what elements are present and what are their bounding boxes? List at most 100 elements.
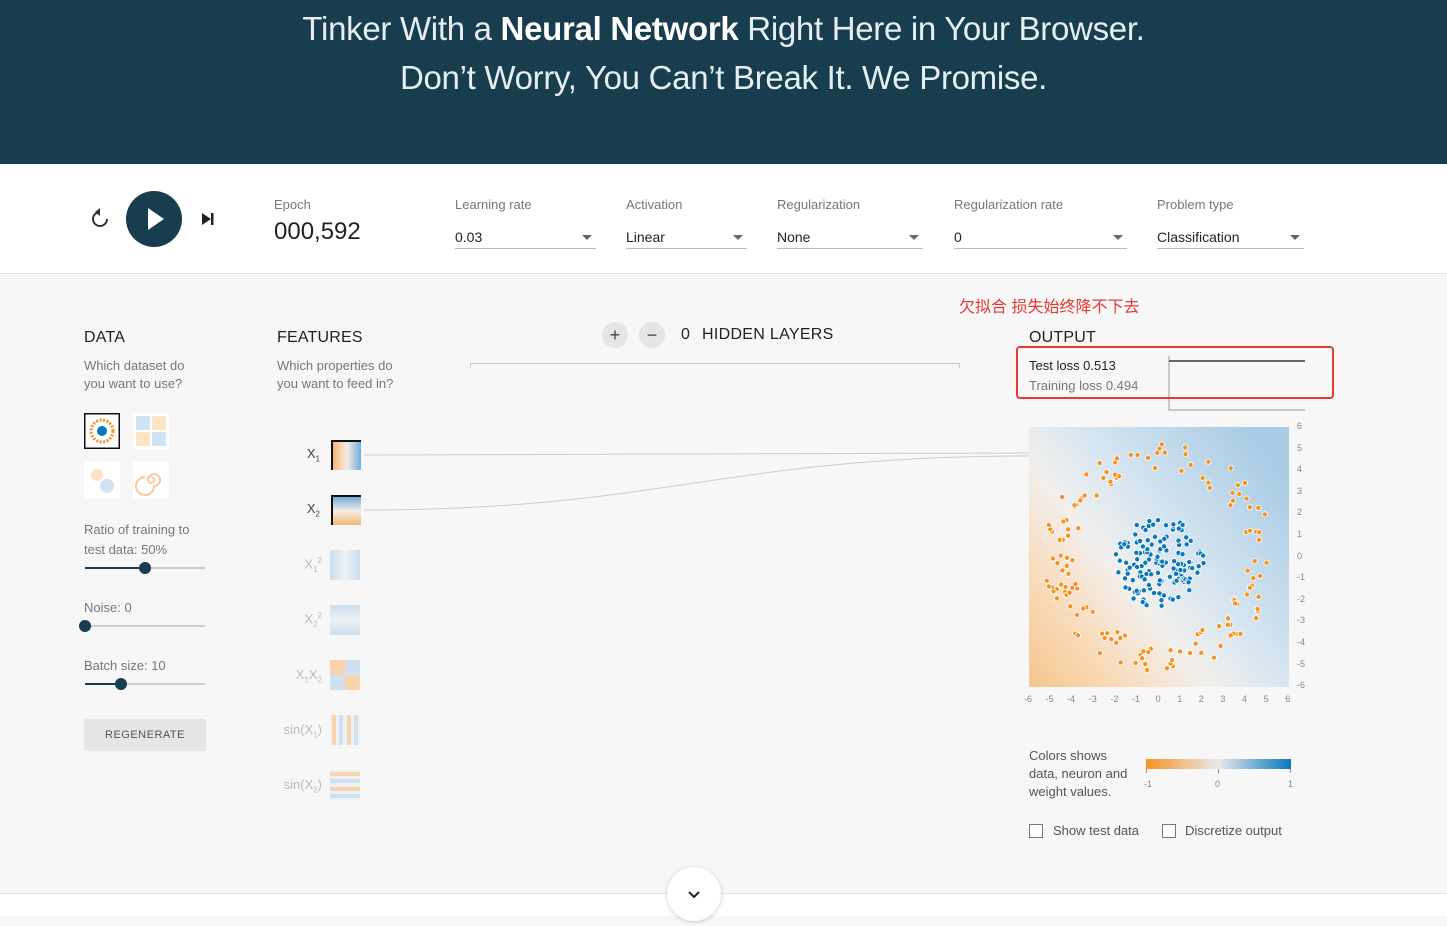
data-point [1195,563,1202,570]
data-point [1065,532,1072,539]
data-point [1140,587,1147,594]
data-point [1133,549,1140,556]
problem-type-select[interactable]: Classification [1157,226,1304,249]
add-layer-button[interactable]: + [602,322,628,348]
feature-label-x2-squared: X22 [304,611,322,629]
data-point [1067,603,1074,610]
data-point [1199,627,1206,634]
dataset-gauss-thumb[interactable] [84,462,120,498]
feature-sin-x2-tile[interactable] [330,770,360,800]
dataset-spiral-thumb[interactable] [133,462,169,498]
x-tick-label: 2 [1198,694,1204,704]
data-point [1074,632,1081,639]
hero-banner: Tinker With a Neural Network Right Here … [0,0,1447,164]
data-point [1217,642,1224,649]
hidden-layers-label: HIDDEN LAYERS [702,326,834,343]
ratio-slider-fill [85,567,145,569]
data-point [1247,584,1254,591]
data-point [1139,599,1146,606]
problem-type-label: Problem type [1157,197,1234,212]
data-point [1139,655,1146,662]
data-point [1257,572,1264,579]
noise-slider-knob[interactable] [79,620,91,632]
feature-sin-x1-tile[interactable] [330,715,360,745]
show-test-data-checkbox[interactable] [1029,824,1043,838]
data-point [1144,546,1151,553]
data-point [1161,449,1168,456]
activation-select[interactable]: Linear [626,226,747,249]
regularization-rate-select[interactable]: 0 [954,226,1127,249]
hero-headline: Tinker With a Neural Network Right Here … [0,10,1447,48]
data-point [1045,521,1052,528]
data-point [1133,587,1140,594]
data-point [1065,526,1072,533]
data-point [1247,527,1254,534]
data-point [1129,577,1136,584]
data-point [1103,468,1110,475]
data-point [1227,502,1234,509]
step-icon[interactable] [199,210,217,228]
reset-icon[interactable] [88,207,112,231]
data-point [1145,582,1152,589]
x-tick-label: -1 [1132,694,1141,704]
scroll-down-button[interactable] [667,867,721,921]
remove-layer-button[interactable]: − [639,322,665,348]
data-point [1060,518,1067,525]
x-tick-label: 0 [1155,694,1161,704]
discretize-output-checkbox[interactable] [1162,824,1176,838]
feature-x1-squared-tile[interactable] [330,550,360,580]
data-point [1227,465,1234,472]
regenerate-button[interactable]: REGENERATE [84,719,206,751]
data-point [1130,595,1137,602]
feature-x2-tile[interactable] [331,495,361,525]
learning-rate-value: 0.03 [455,229,483,245]
data-point [1145,649,1152,656]
feature-x2-squared-tile[interactable] [330,605,360,635]
data-point [1250,575,1257,582]
batch-slider[interactable] [85,678,205,690]
x-tick-label: -5 [1045,694,1054,704]
y-tick-label: 6 [1297,421,1303,431]
data-point [1255,593,1262,600]
data-point [1116,473,1123,480]
data-point [1232,600,1239,607]
data-point [1159,558,1166,565]
y-tick-label: 3 [1297,485,1303,496]
data-point [1142,661,1149,668]
control-bar [0,165,1447,274]
ratio-slider-knob[interactable] [139,562,151,574]
data-point [1122,584,1129,591]
data-point [1116,557,1123,564]
data-point [1261,511,1268,518]
noise-slider[interactable] [79,620,205,632]
y-tick-label: 4 [1297,464,1303,475]
regularization-rate-value: 0 [954,229,962,245]
y-tick-label: 2 [1297,507,1303,518]
data-point [1161,535,1168,542]
legend-mid: 0 [1215,779,1221,789]
features-subtitle-1: Which properties do [277,358,393,373]
data-point [1246,504,1253,511]
ratio-slider[interactable] [85,562,205,574]
data-point [1150,590,1157,597]
data-point [1096,460,1103,467]
data-point [1151,533,1158,540]
dataset-xor-thumb[interactable] [133,413,169,449]
x-tick-label: 6 [1285,694,1291,704]
connection-lines [364,452,1030,511]
chevron-down-icon [582,235,592,240]
feature-x1x2-tile[interactable] [330,660,360,690]
dataset-circle-thumb[interactable] [84,413,120,449]
regularization-select[interactable]: None [777,226,923,249]
feature-x1-tile[interactable] [331,440,361,470]
color-legend-bar [1146,759,1291,773]
data-point [1237,630,1244,637]
data-point [1144,667,1151,674]
data-point [1107,478,1114,485]
play-button[interactable] [126,191,182,247]
y-tick-label: -5 [1297,658,1306,669]
learning-rate-select[interactable]: 0.03 [455,226,596,249]
batch-slider-knob[interactable] [115,678,127,690]
data-point [1158,441,1165,448]
x-tick-label: 4 [1242,694,1248,704]
